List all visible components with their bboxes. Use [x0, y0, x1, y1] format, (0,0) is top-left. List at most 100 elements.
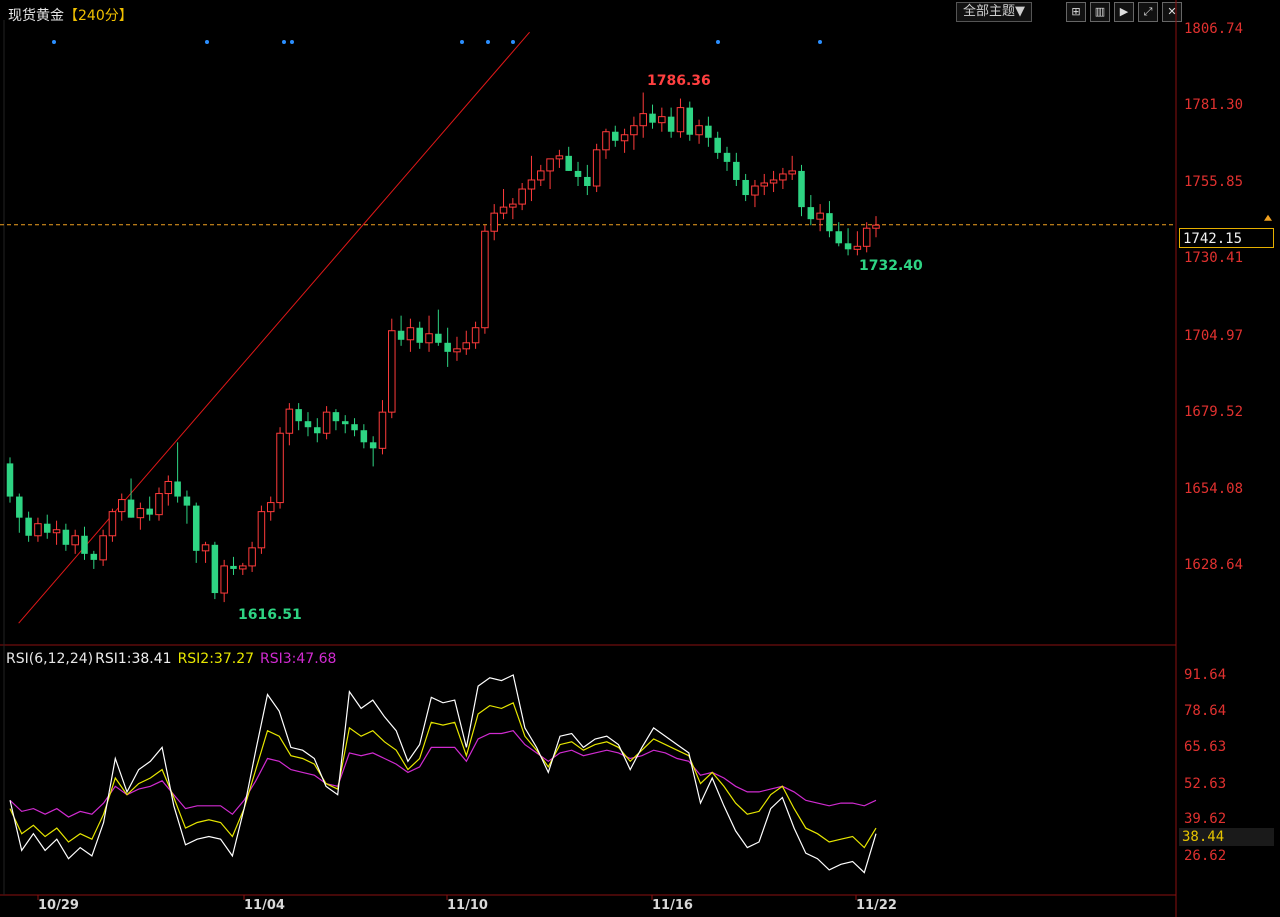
- candle-down: [416, 327, 423, 343]
- candle-down: [705, 125, 712, 138]
- price-tick: 1679.52: [1184, 404, 1244, 420]
- candle-up: [471, 327, 480, 344]
- candle-up: [425, 333, 433, 344]
- candle-down: [230, 565, 237, 569]
- candle-down: [25, 517, 32, 536]
- candle-down: [397, 330, 405, 340]
- candle-up: [155, 493, 163, 516]
- candle-up: [853, 245, 862, 250]
- candle-down: [43, 523, 51, 533]
- candle-up: [630, 125, 638, 136]
- candle-up: [527, 179, 536, 190]
- candle-down: [807, 207, 815, 220]
- candle-up: [509, 203, 517, 208]
- candle-down: [360, 430, 368, 443]
- candle-down: [686, 107, 694, 135]
- event-dot: [511, 40, 515, 44]
- rsi2-value: RSI2:37.27: [177, 651, 255, 667]
- candle-up: [388, 330, 396, 413]
- candle-up: [779, 173, 787, 181]
- candle-up: [676, 107, 685, 133]
- event-dot: [282, 40, 286, 44]
- date-label: 11/22: [856, 898, 897, 913]
- price-tick: 1781.30: [1184, 97, 1244, 113]
- candle-up: [639, 113, 647, 127]
- candle-down: [90, 553, 98, 560]
- price-tick: 1704.97: [1184, 328, 1244, 344]
- candle-down: [612, 131, 619, 141]
- price-tick: 1654.08: [1184, 481, 1244, 497]
- candle-down: [127, 499, 135, 518]
- rsi-tick: 52.63: [1184, 776, 1227, 792]
- price-tick: 1755.85: [1184, 174, 1244, 190]
- candle-down: [351, 424, 358, 431]
- candle-down: [314, 427, 321, 434]
- candle-up: [34, 523, 42, 537]
- date-label: 11/04: [244, 898, 285, 913]
- candle-up: [276, 432, 284, 504]
- low-annotation: 1616.51: [238, 607, 302, 623]
- candle-up: [499, 206, 508, 214]
- rsi-title: RSI(6,12,24): [6, 651, 94, 667]
- rsi2-line: [9, 701, 877, 849]
- candle-up: [695, 125, 703, 136]
- rsi3-line: [9, 730, 877, 818]
- high-annotation: 1786.36: [647, 73, 711, 89]
- candle-down: [341, 421, 349, 425]
- candle-up: [751, 185, 759, 196]
- current-rsi-tag: 38.44: [1179, 828, 1274, 846]
- chart-window: 现货黄金【240分】 全部主题▼ ⊞ ▥ ▶ ⤢ ✕ 1806.74 1781.…: [0, 0, 1280, 917]
- event-dot: [818, 40, 822, 44]
- candle-down: [81, 535, 88, 554]
- candle-down: [6, 463, 14, 497]
- candle-up: [872, 224, 880, 229]
- event-dot: [52, 40, 56, 44]
- candle-up: [518, 188, 526, 205]
- current-price-marker: [1264, 214, 1272, 221]
- candle-up: [862, 227, 871, 247]
- price-tick: 1628.64: [1184, 557, 1244, 573]
- rsi-tick: 65.63: [1184, 739, 1227, 755]
- candle-down: [565, 155, 572, 171]
- date-label: 11/10: [447, 898, 488, 913]
- candle-down: [742, 179, 749, 196]
- rsi3-value: RSI3:47.68: [260, 651, 337, 667]
- candle-up: [658, 116, 666, 124]
- candle-down: [211, 544, 219, 594]
- candle-down: [844, 243, 852, 250]
- candle-down: [714, 137, 721, 153]
- candle-up: [136, 508, 145, 519]
- event-dot: [460, 40, 464, 44]
- event-dot: [486, 40, 490, 44]
- candle-up: [239, 565, 247, 570]
- candle-down: [723, 152, 731, 162]
- rsi-tick: 26.62: [1184, 848, 1227, 864]
- candle-up: [108, 511, 117, 537]
- event-dot: [290, 40, 294, 44]
- candle-up: [220, 565, 228, 594]
- candle-down: [649, 113, 656, 123]
- candle-up: [266, 502, 275, 513]
- trend-line: [18, 31, 530, 624]
- candle-down: [444, 342, 451, 352]
- candle-down: [667, 116, 675, 132]
- candle-up: [71, 535, 79, 546]
- candle-up: [99, 535, 107, 561]
- candle-up: [760, 182, 769, 187]
- candle-up: [257, 511, 266, 549]
- candle-up: [248, 547, 256, 567]
- candle-up: [52, 529, 61, 534]
- candle-down: [295, 409, 302, 422]
- rsi-tick: 91.64: [1184, 667, 1227, 683]
- candle-down: [835, 231, 843, 244]
- current-price-tag: 1742.15: [1179, 228, 1274, 248]
- candle-up: [537, 170, 545, 181]
- candle-up: [602, 131, 610, 151]
- candle-down: [332, 412, 340, 422]
- candle-up: [285, 408, 294, 434]
- price-chart[interactable]: [0, 0, 1280, 917]
- rsi-tick: 78.64: [1184, 703, 1227, 719]
- candle-down: [369, 442, 377, 449]
- candle-up: [592, 149, 601, 187]
- candle-up: [490, 212, 498, 232]
